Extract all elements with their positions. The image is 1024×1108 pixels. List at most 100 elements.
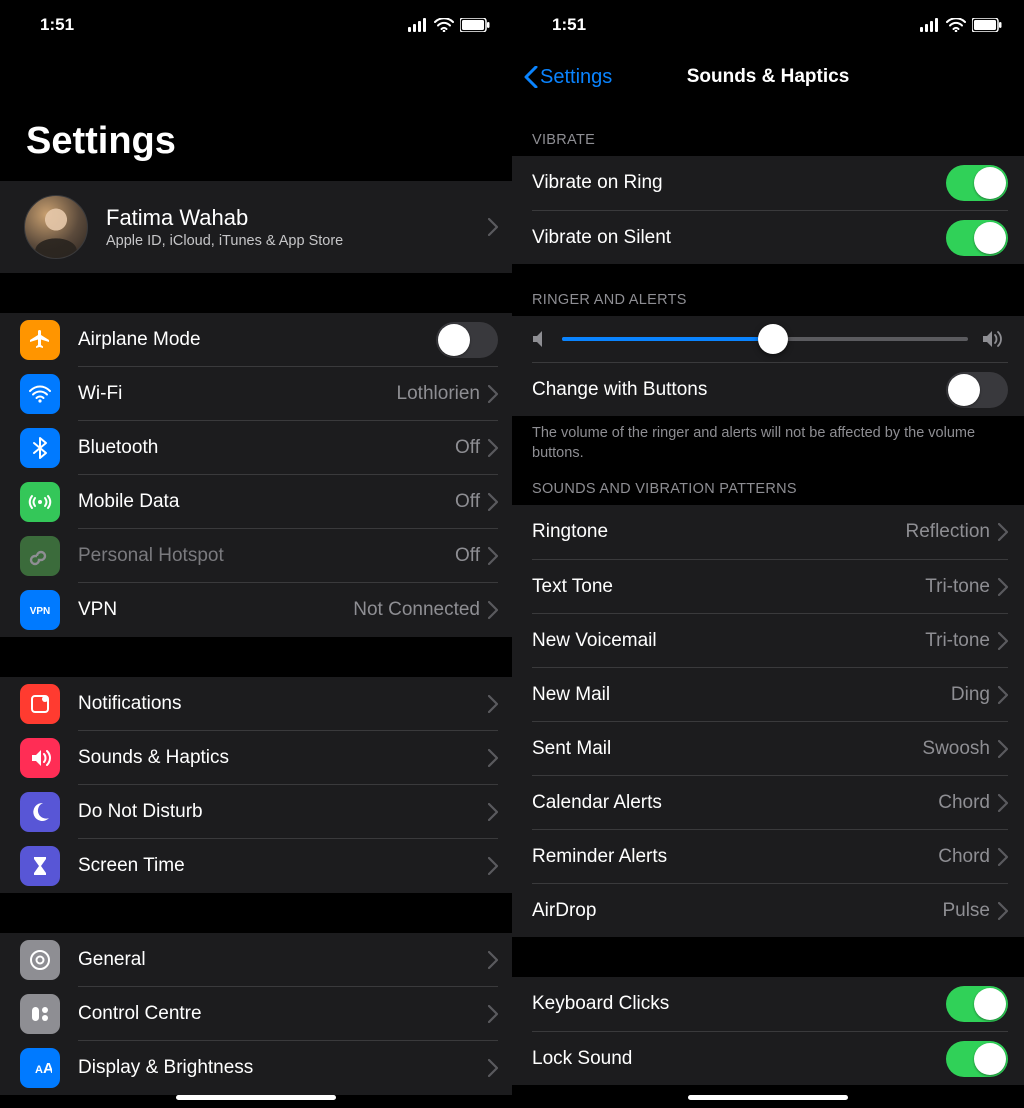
row-ringer-volume[interactable] [512,316,1024,362]
chevron-right-icon [998,686,1008,704]
chevron-right-icon [998,848,1008,866]
row-calendar-alerts[interactable]: Calendar Alerts Chord [512,775,1024,829]
svg-text:A: A [35,1064,43,1076]
svg-text:A: A [43,1060,52,1077]
row-airplane-mode[interactable]: Airplane Mode [0,313,512,367]
row-label: Screen Time [78,855,488,877]
row-new-mail[interactable]: New Mail Ding [512,667,1024,721]
wifi-icon [946,18,966,32]
row-mobile-data[interactable]: Mobile Data Off [0,475,512,529]
row-label: Display & Brightness [78,1057,488,1079]
status-time: 1:51 [40,15,74,35]
row-new-voicemail[interactable]: New Voicemail Tri-tone [512,613,1024,667]
chevron-right-icon [488,857,498,875]
row-personal-hotspot[interactable]: Personal Hotspot Off [0,529,512,583]
vibrate-ring-toggle[interactable] [946,165,1008,201]
status-icons [920,18,1002,32]
gear-icon [20,940,60,980]
control-centre-icon [20,994,60,1034]
speaker-high-icon [982,330,1004,348]
row-value: Reflection [906,521,991,543]
row-value: Lothlorien [397,383,480,405]
row-airdrop[interactable]: AirDrop Pulse [512,883,1024,937]
battery-icon [460,18,490,32]
notifications-icon [20,684,60,724]
home-indicator[interactable] [176,1095,336,1100]
row-label: New Mail [532,684,951,706]
row-value: Pulse [942,900,990,922]
home-indicator[interactable] [688,1095,848,1100]
wifi-icon [434,18,454,32]
row-value: Chord [938,846,990,868]
row-reminder-alerts[interactable]: Reminder Alerts Chord [512,829,1024,883]
chevron-right-icon [488,749,498,767]
airplane-icon [20,320,60,360]
row-label: Vibrate on Ring [532,172,946,194]
hourglass-icon [20,846,60,886]
row-vibrate-ring[interactable]: Vibrate on Ring [512,156,1024,210]
row-label: Sounds & Haptics [78,747,488,769]
row-sent-mail[interactable]: Sent Mail Swoosh [512,721,1024,775]
chevron-right-icon [488,695,498,713]
row-label: VPN [78,599,353,621]
row-label: Airplane Mode [78,329,436,351]
row-do-not-disturb[interactable]: Do Not Disturb [0,785,512,839]
account-subtitle: Apple ID, iCloud, iTunes & App Store [106,233,488,249]
airplane-toggle[interactable] [436,322,498,358]
row-vibrate-silent[interactable]: Vibrate on Silent [512,210,1024,264]
vpn-icon: VPN [20,590,60,630]
row-label: Vibrate on Silent [532,227,946,249]
chevron-right-icon [998,523,1008,541]
row-sounds-haptics[interactable]: Sounds & Haptics [0,731,512,785]
back-button[interactable]: Settings [524,66,612,89]
chevron-right-icon [488,1059,498,1077]
row-label: Calendar Alerts [532,792,938,814]
chevron-right-icon [998,902,1008,920]
ringer-volume-slider[interactable] [562,337,968,341]
cellular-icon [20,482,60,522]
chevron-right-icon [488,803,498,821]
row-vpn[interactable]: VPN VPN Not Connected [0,583,512,637]
row-control-centre[interactable]: Control Centre [0,987,512,1041]
row-lock-sound[interactable]: Lock Sound [512,1031,1024,1085]
row-value: Chord [938,792,990,814]
section-footer-ringer: The volume of the ringer and alerts will… [512,416,1024,467]
row-display-brightness[interactable]: AA Display & Brightness [0,1041,512,1095]
row-value: Off [455,545,480,567]
row-label: Notifications [78,693,488,715]
row-label: Change with Buttons [532,379,946,401]
row-label: Wi‑Fi [78,383,397,405]
row-general[interactable]: General [0,933,512,987]
apple-id-row[interactable]: Fatima Wahab Apple ID, iCloud, iTunes & … [0,181,512,273]
hotspot-icon [20,536,60,576]
text-size-icon: AA [20,1048,60,1088]
status-bar: 1:51 [0,0,512,50]
chevron-right-icon [488,951,498,969]
row-wifi[interactable]: Wi‑Fi Lothlorien [0,367,512,421]
chevron-right-icon [488,493,498,511]
back-label: Settings [540,66,612,89]
section-header-vibrate: VIBRATE [512,104,1024,156]
row-keyboard-clicks[interactable]: Keyboard Clicks [512,977,1024,1031]
chevron-right-icon [998,740,1008,758]
row-label: Sent Mail [532,738,922,760]
row-value: Swoosh [922,738,990,760]
page-title: Settings [0,50,512,181]
chevron-right-icon [998,578,1008,596]
status-icons [408,18,490,32]
sounds-haptics-screen: 1:51 Settings Sounds & Haptics VIBRATE V… [512,0,1024,1108]
row-label: Lock Sound [532,1048,946,1070]
change-buttons-toggle[interactable] [946,372,1008,408]
row-change-with-buttons[interactable]: Change with Buttons [512,362,1024,416]
row-value: Tri-tone [925,630,990,652]
row-text-tone[interactable]: Text Tone Tri-tone [512,559,1024,613]
row-ringtone[interactable]: Ringtone Reflection [512,505,1024,559]
row-bluetooth[interactable]: Bluetooth Off [0,421,512,475]
row-notifications[interactable]: Notifications [0,677,512,731]
vibrate-silent-toggle[interactable] [946,220,1008,256]
chevron-right-icon [488,439,498,457]
keyboard-clicks-toggle[interactable] [946,986,1008,1022]
row-screen-time[interactable]: Screen Time [0,839,512,893]
row-label: General [78,949,488,971]
lock-sound-toggle[interactable] [946,1041,1008,1077]
